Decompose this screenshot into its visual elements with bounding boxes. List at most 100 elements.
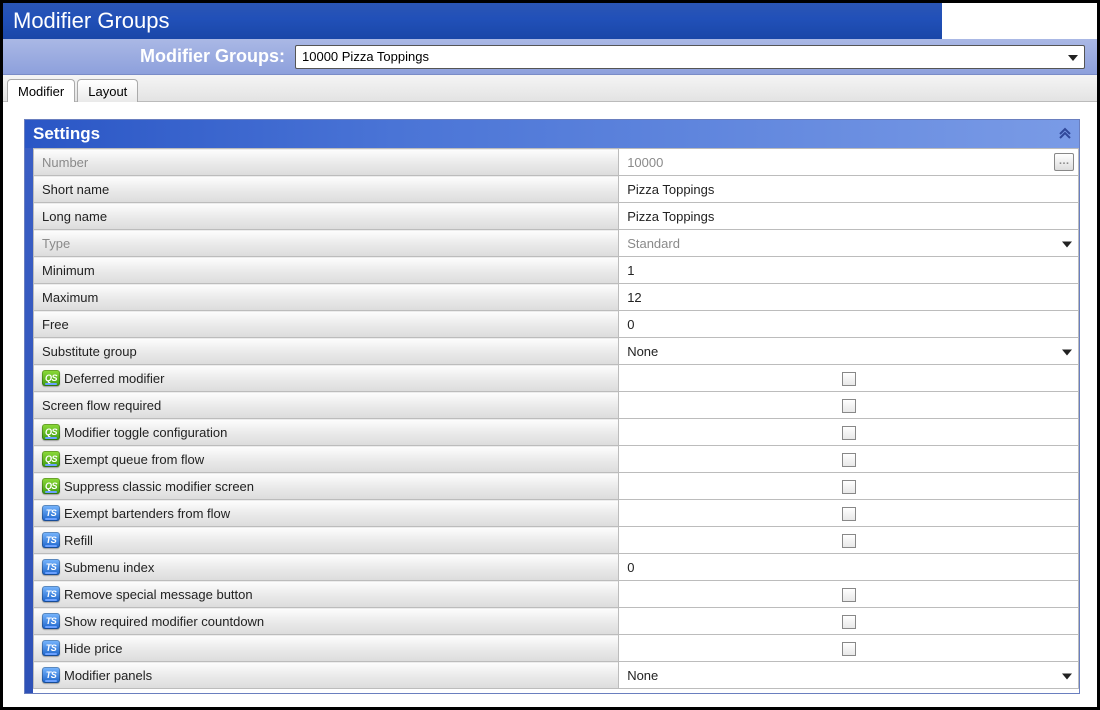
settings-row-label-cell: Minimum	[34, 257, 619, 284]
settings-row-value: None	[627, 344, 658, 359]
settings-row: Type Standard	[34, 230, 1079, 257]
settings-row-label: Free	[42, 317, 69, 332]
settings-row: QS Exempt queue from flow	[34, 446, 1079, 473]
settings-grid-wrapper[interactable]: Number10000…Short namePizza ToppingsLong…	[33, 148, 1079, 693]
settings-row: Substitute group None	[34, 338, 1079, 365]
title-bar-right-blank	[942, 3, 1097, 39]
checkbox[interactable]	[842, 507, 856, 521]
settings-row: Minimum1	[34, 257, 1079, 284]
settings-row-label-cell: QS Exempt queue from flow	[34, 446, 619, 473]
settings-row-value-cell[interactable]	[619, 527, 1079, 554]
settings-row-label: Type	[42, 236, 70, 251]
tab-layout[interactable]: Layout	[77, 79, 138, 102]
ts-badge-icon: TS	[42, 667, 60, 683]
settings-row-value-cell[interactable]: None	[619, 338, 1079, 365]
chevron-down-icon[interactable]	[1062, 236, 1072, 251]
settings-row-label-cell: Substitute group	[34, 338, 619, 365]
tab-label: Layout	[88, 84, 127, 99]
checkbox[interactable]	[842, 642, 856, 656]
settings-row-value-cell[interactable]	[619, 500, 1079, 527]
settings-row-label-cell: QSSuppress classic modifier screen	[34, 473, 619, 500]
settings-body: Number10000…Short namePizza ToppingsLong…	[25, 148, 1079, 693]
settings-row: TSRefill	[34, 527, 1079, 554]
settings-row-label-cell: QSModifier toggle configuration	[34, 419, 619, 446]
settings-left-rail	[25, 148, 33, 693]
tab-strip: Modifier Layout	[3, 75, 1097, 102]
settings-row-value-cell[interactable]	[619, 473, 1079, 500]
ts-badge-icon: TS	[42, 505, 60, 521]
settings-row-label-cell: Type	[34, 230, 619, 257]
settings-row-value-cell[interactable]: None	[619, 662, 1079, 689]
settings-row-label: Substitute group	[42, 344, 137, 359]
checkbox[interactable]	[842, 399, 856, 413]
settings-row-label: Number	[42, 155, 88, 170]
ellipsis-button[interactable]: …	[1054, 153, 1074, 171]
settings-row: Number 10000 …	[34, 149, 1079, 176]
settings-row-value: Pizza Toppings	[627, 209, 714, 224]
settings-row-label-cell: TSRemove special message button	[34, 581, 619, 608]
settings-row: TSSubmenu index 0	[34, 554, 1079, 581]
settings-row: TSRemove special message button	[34, 581, 1079, 608]
settings-row-label: Exempt queue from flow	[64, 452, 204, 467]
settings-row-label: Hide price	[64, 641, 123, 656]
settings-row-value-cell[interactable]: Pizza Toppings	[619, 176, 1079, 203]
settings-row-value-cell[interactable]	[619, 581, 1079, 608]
settings-row-label: Screen flow required	[42, 398, 161, 413]
chevron-down-icon[interactable]	[1062, 344, 1072, 359]
settings-row-value: 10000	[627, 155, 663, 170]
qs-badge-icon: QS	[42, 478, 60, 494]
settings-row: QSSuppress classic modifier screen	[34, 473, 1079, 500]
settings-row: Maximum12	[34, 284, 1079, 311]
settings-row-label-cell: TSSubmenu index	[34, 554, 619, 581]
chevron-down-icon[interactable]	[1062, 668, 1072, 683]
settings-row-label-cell: TSRefill	[34, 527, 619, 554]
settings-row-value-cell[interactable]	[619, 635, 1079, 662]
chevron-down-icon	[1068, 49, 1078, 64]
checkbox[interactable]	[842, 453, 856, 467]
settings-row-label-cell: Short name	[34, 176, 619, 203]
settings-row-value-cell[interactable]	[619, 365, 1079, 392]
settings-row-value: 0	[627, 560, 634, 575]
modifier-groups-combo[interactable]: 10000 Pizza Toppings	[295, 45, 1085, 69]
settings-row-value-cell[interactable]: Standard	[619, 230, 1079, 257]
settings-row-value-cell[interactable]: 0	[619, 554, 1079, 581]
settings-row-value-cell[interactable]: 1	[619, 257, 1079, 284]
settings-row-value-cell[interactable]	[619, 392, 1079, 419]
checkbox[interactable]	[842, 534, 856, 548]
checkbox[interactable]	[842, 480, 856, 494]
settings-row-value-cell[interactable]: Pizza Toppings	[619, 203, 1079, 230]
checkbox[interactable]	[842, 372, 856, 386]
qs-badge-icon: QS	[42, 370, 60, 386]
window-title: Modifier Groups	[13, 8, 170, 34]
settings-row: Short name Pizza Toppings	[34, 176, 1079, 203]
settings-row: QSModifier toggle configuration	[34, 419, 1079, 446]
settings-row-value-cell[interactable]: 0	[619, 311, 1079, 338]
collapse-icon[interactable]	[1059, 127, 1071, 142]
settings-row-value-cell[interactable]	[619, 419, 1079, 446]
settings-row-label: Modifier panels	[64, 668, 152, 683]
checkbox[interactable]	[842, 615, 856, 629]
settings-row-label-cell: TSHide price	[34, 635, 619, 662]
tab-modifier[interactable]: Modifier	[7, 79, 75, 102]
settings-row-label-cell: TS Modifier panels	[34, 662, 619, 689]
checkbox[interactable]	[842, 588, 856, 602]
settings-row: Screen flow required	[34, 392, 1079, 419]
settings-row-label: Show required modifier countdown	[64, 614, 264, 629]
settings-row-label-cell: Number	[34, 149, 619, 176]
settings-row-label-cell: QSDeferred modifier	[34, 365, 619, 392]
settings-row-label: Remove special message button	[64, 587, 253, 602]
qs-badge-icon: QS	[42, 451, 60, 467]
settings-row-label: Short name	[42, 182, 109, 197]
settings-row-value-cell[interactable]	[619, 608, 1079, 635]
content-area: Settings Number10000…Short namePizza Top…	[6, 105, 1094, 704]
settings-row-value: Pizza Toppings	[627, 182, 714, 197]
checkbox[interactable]	[842, 426, 856, 440]
ts-badge-icon: TS	[42, 559, 60, 575]
settings-row: TSExempt bartenders from flow	[34, 500, 1079, 527]
settings-row-label: Refill	[64, 533, 93, 548]
settings-row-value-cell[interactable]	[619, 446, 1079, 473]
selector-label: Modifier Groups:	[15, 46, 285, 67]
settings-row-label-cell: Screen flow required	[34, 392, 619, 419]
settings-row-value-cell[interactable]: 12	[619, 284, 1079, 311]
settings-row-value-cell[interactable]: 10000 …	[619, 149, 1079, 176]
